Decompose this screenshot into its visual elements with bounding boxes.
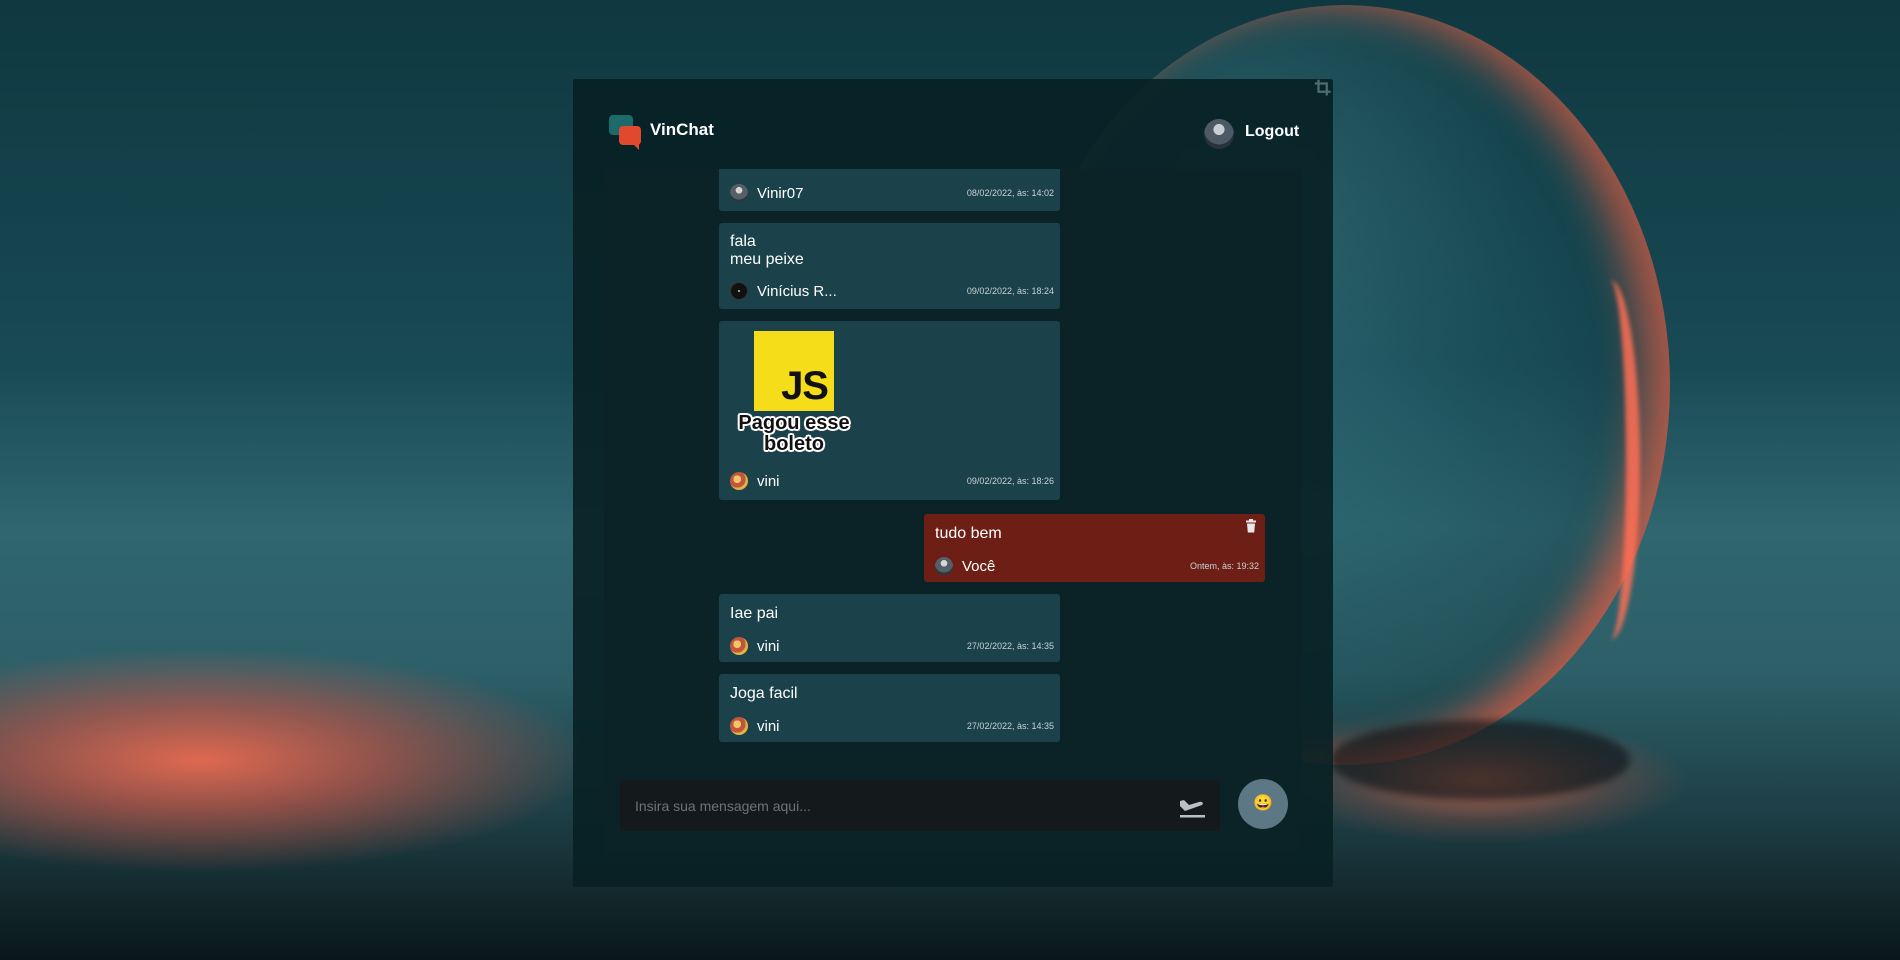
- message-footer: vini 09/02/2022, às: 18:26: [730, 470, 1054, 492]
- message-text: fala meu peixe: [730, 233, 804, 268]
- chat-logo-icon: [609, 115, 641, 150]
- author-avatar: [730, 282, 748, 300]
- message-text: tudo bem: [935, 525, 1002, 542]
- trash-icon[interactable]: [1245, 519, 1257, 533]
- author-avatar: [935, 557, 953, 575]
- background-sphere-rim: [1580, 280, 1640, 640]
- author-avatar: [730, 472, 748, 490]
- message-text: Iae pai: [730, 605, 779, 622]
- js-logo: JS: [754, 331, 834, 411]
- message-item: Vinir07 08/02/2022, às: 14:02: [719, 169, 1060, 211]
- message-date: Ontem, às: 19:32: [1189, 561, 1259, 571]
- chat-header: VinChat Logout: [573, 79, 1333, 169]
- user-avatar[interactable]: [1204, 119, 1234, 149]
- message-author: vini: [757, 718, 780, 735]
- message-text: Joga facil: [730, 685, 798, 702]
- chat-area: Vinir07 08/02/2022, às: 14:02 fala meu p…: [604, 169, 1302, 854]
- message-list[interactable]: Vinir07 08/02/2022, às: 14:02 fala meu p…: [604, 169, 1302, 847]
- chat-window: VinChat Logout Vinir07 08/02/2022, às: 1…: [573, 79, 1333, 887]
- logout-button[interactable]: Logout: [1245, 123, 1299, 141]
- author-avatar: [730, 184, 748, 202]
- sticker-caption: Pagou esse boleto: [738, 412, 850, 455]
- message-footer: vini 27/02/2022, às: 14:35: [730, 635, 1054, 657]
- message-item: JS Pagou esse boleto vini 09/02/2022, às…: [719, 321, 1060, 500]
- emoji-icon: 😀: [1253, 795, 1273, 812]
- message-item: fala meu peixe Vinícius R... 09/02/2022,…: [719, 223, 1060, 309]
- message-composer: [620, 780, 1220, 831]
- message-footer: vini 27/02/2022, às: 14:35: [730, 715, 1054, 737]
- message-item: Joga facil vini 27/02/2022, às: 14:35: [719, 674, 1060, 742]
- message-date: 27/02/2022, às: 14:35: [966, 721, 1054, 731]
- message-author: Vinícius R...: [757, 283, 837, 300]
- send-plane-icon[interactable]: [1177, 792, 1207, 820]
- message-input[interactable]: [620, 780, 1160, 831]
- message-footer: Vinícius R... 09/02/2022, às: 18:24: [730, 280, 1054, 302]
- message-author: Vinir07: [757, 185, 804, 202]
- message-date: 09/02/2022, às: 18:26: [966, 476, 1054, 486]
- message-author: vini: [757, 638, 780, 655]
- message-date: 08/02/2022, às: 14:02: [966, 188, 1054, 198]
- author-avatar: [730, 637, 748, 655]
- js-sticker-image[interactable]: JS Pagou esse boleto: [730, 331, 862, 459]
- message-item: Iae pai vini 27/02/2022, às: 14:35: [719, 594, 1060, 662]
- message-date: 09/02/2022, às: 18:24: [966, 286, 1054, 296]
- app-title: VinChat: [650, 120, 714, 139]
- message-footer: Você Ontem, às: 19:32: [935, 555, 1259, 577]
- message-author: vini: [757, 473, 780, 490]
- message-author: Você: [962, 558, 996, 575]
- author-avatar: [730, 717, 748, 735]
- js-logo-text: JS: [781, 364, 829, 408]
- message-footer: Vinir07 08/02/2022, às: 14:02: [730, 182, 1054, 204]
- background-sphere-shadow: [1330, 720, 1630, 800]
- own-message-item: tudo bem Você Ontem, às: 19:32: [924, 514, 1265, 582]
- message-date: 27/02/2022, às: 14:35: [966, 641, 1054, 651]
- emoji-button[interactable]: 😀: [1238, 779, 1288, 829]
